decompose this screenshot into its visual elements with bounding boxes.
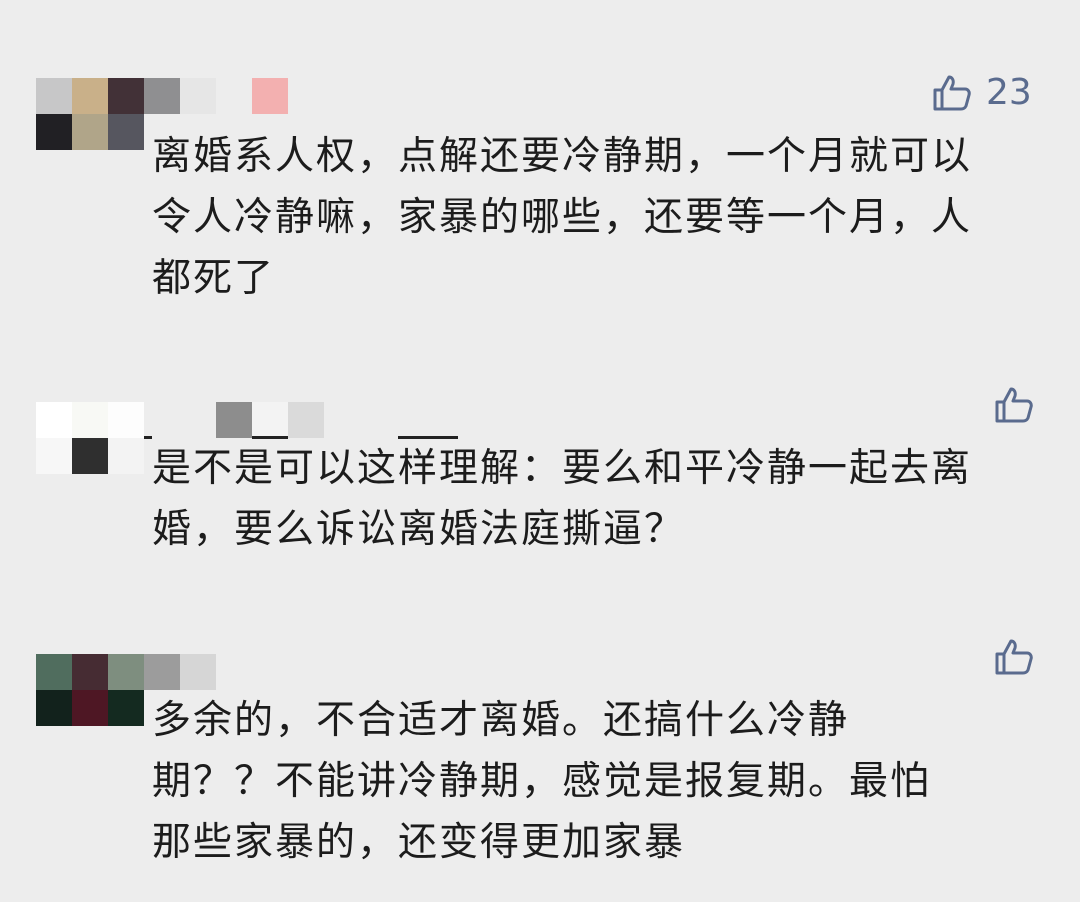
avatar-pixel xyxy=(72,690,108,726)
avatar-pixel xyxy=(108,690,144,726)
avatar-pixel xyxy=(72,654,108,690)
avatar-pixel xyxy=(36,654,72,690)
username-pixel xyxy=(180,654,216,690)
username-pixel xyxy=(216,654,252,690)
avatar-pixel xyxy=(144,654,180,690)
like-button[interactable] xyxy=(994,638,1048,676)
avatar-pixel xyxy=(108,654,144,690)
username[interactable] xyxy=(180,654,288,690)
username-pixel xyxy=(252,654,288,690)
thumbs-up-icon xyxy=(995,639,1033,675)
comment-text: 多余的，不合适才离婚。还搞什么冷静期？？不能讲冷静期，感觉是报复期。最怕那些家暴… xyxy=(152,698,932,865)
comment-item: 多余的，不合适才离婚。还搞什么冷静期？？不能讲冷静期，感觉是报复期。最怕那些家暴… xyxy=(0,0,1080,902)
avatar-pixel xyxy=(36,690,72,726)
